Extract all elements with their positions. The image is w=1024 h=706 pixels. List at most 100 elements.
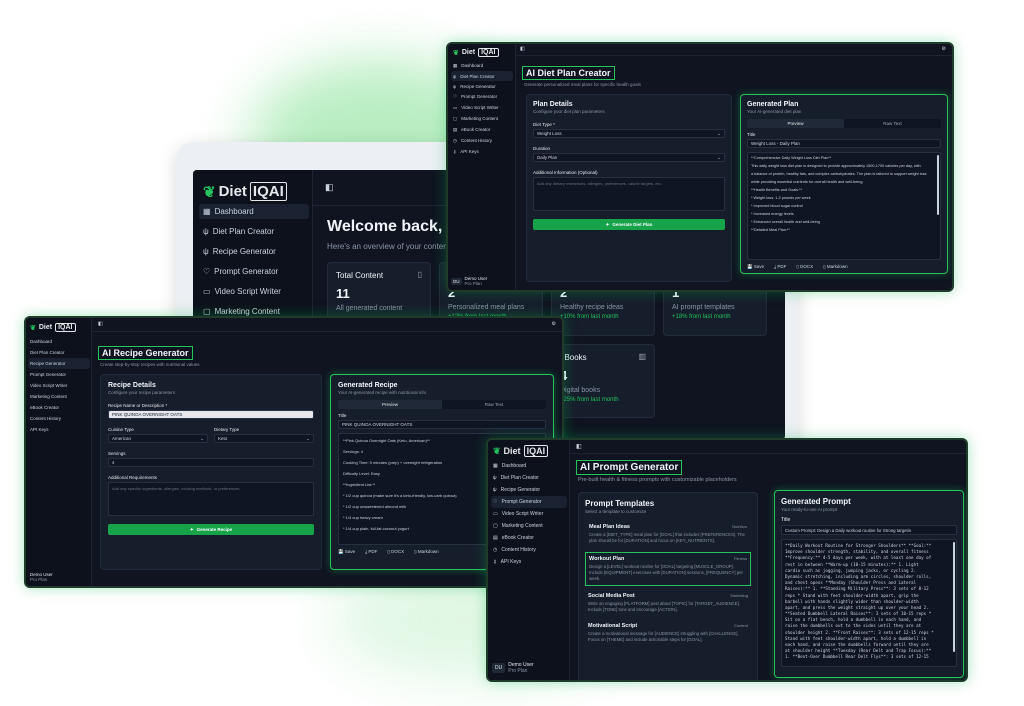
tab-preview[interactable]: Preview [747, 119, 844, 128]
card-subtitle: Configure your diet plan parameters [533, 109, 605, 114]
sparkle-icon: ✦ [189, 526, 194, 532]
card-title: Recipe Details [108, 382, 156, 389]
output-line: apart, and press the weight straight up … [785, 604, 929, 610]
nav-api-keys[interactable]: API Keys [28, 424, 90, 435]
scrollbar[interactable] [937, 155, 939, 215]
leaf-icon: ❦ [453, 49, 459, 57]
prompt-title-field[interactable]: Custom Prompt: Design a Daily workout ro… [781, 525, 957, 535]
tab-raw-text[interactable]: Raw Text [844, 119, 941, 128]
lightbulb-icon: ♡ [203, 267, 211, 276]
settings-icon[interactable]: ⚙ [942, 46, 946, 52]
nav-marketing-content[interactable]: ▢ Marketing Content [451, 113, 513, 124]
nav-ebook-creator[interactable]: ▤eBook Creator [451, 124, 513, 135]
save-button[interactable]: 💾 Save [747, 264, 764, 270]
nav-diet-plan-creator[interactable]: ψ Diet Plan Creator [451, 71, 513, 81]
tab-raw-text[interactable]: Raw Text [442, 400, 546, 409]
preview-tabs: Preview Raw Text [338, 400, 546, 409]
nav-video-script-writer[interactable]: ▭ Video Script Writer [199, 284, 309, 299]
prompt-output-box[interactable]: **Daily Workout Routine for Stronger Sho… [781, 539, 957, 667]
nav-prompt-generator[interactable]: ♡ Prompt Generator [491, 496, 567, 508]
recipe-nav: Dashboard Diet Plan Creator Recipe Gener… [28, 336, 90, 435]
nav-diet-plan-creator[interactable]: ψ Diet Plan Creator [491, 472, 567, 484]
sidebar-toggle-icon[interactable]: ◧ [576, 443, 582, 450]
generated-plan-card: Generated Plan Your AI-generated diet pl… [740, 94, 948, 274]
nav-api-keys[interactable]: ⚷ API Keys [451, 146, 513, 157]
generate-diet-plan-button[interactable]: ✦ Generate Diet Plan [533, 219, 725, 230]
nav-recipe-generator[interactable]: ψ Recipe Generator [199, 244, 309, 259]
pdf-button[interactable]: ⤓ PDF [774, 264, 786, 270]
settings-icon[interactable]: ⚙ [552, 321, 556, 327]
preview-line: * Increased energy levels [751, 212, 794, 216]
nav-diet-plan-creator[interactable]: Diet Plan Creator [28, 347, 90, 358]
recipe-title-field[interactable]: PINK QUINOA OVERNIGHT OATS [338, 420, 546, 429]
servings-input[interactable]: 4 [108, 458, 314, 467]
duration-select[interactable]: Daily Plan ⌄ [533, 153, 725, 162]
output-line: Dynamic stretching, including arm circle… [785, 573, 932, 579]
scrollbar[interactable] [953, 542, 955, 652]
dietary-select[interactable]: Keto ⌄ [214, 434, 314, 443]
field-label: Duration [533, 146, 551, 151]
user-plan: Pro Plan [464, 281, 482, 286]
cuisine-select[interactable]: American ⌄ [108, 434, 208, 443]
template-social-media[interactable]: Social Media Post Marketing Write an enga… [585, 590, 751, 616]
nav-marketing-content[interactable]: Marketing Content [28, 391, 90, 402]
nav-diet-plan-creator[interactable]: ψ Diet Plan Creator [199, 224, 309, 239]
template-motivational[interactable]: Motivational Script Content Create a moti… [585, 620, 751, 646]
template-desc: Create a motivational message for [AUDIE… [588, 631, 739, 643]
template-workout-plan[interactable]: Workout Plan Fitness Design a [LEVEL] wor… [585, 552, 751, 587]
leaf-icon: ❦ [203, 183, 216, 201]
stat-desc: Digital books [560, 387, 601, 394]
card-title: Generated Recipe [338, 382, 398, 389]
plan-preview-box[interactable]: **Comprehensive Daily Weight Loss Diet P… [747, 152, 941, 260]
additional-info-textarea[interactable]: Add any dietary restrictions, allergies,… [533, 177, 725, 211]
user-block[interactable]: Demo User Pro Plan [30, 572, 53, 582]
template-meal-plan[interactable]: Meal Plan Ideas Nutrition Create a [DIET_… [585, 520, 751, 548]
nav-video-script-writer[interactable]: Video Script Writer [28, 380, 90, 391]
nav-content-history[interactable]: Content History [28, 413, 90, 424]
markdown-button[interactable]: ▯ Markdown [414, 549, 439, 555]
nav-content-history[interactable]: ◷ Content History [491, 544, 567, 556]
requirements-textarea[interactable]: Add any specific ingredients, allergies,… [108, 482, 314, 516]
video-icon: ▭ [453, 104, 458, 110]
nav-prompt-generator[interactable]: ♡ Prompt Generator [199, 264, 309, 279]
nav-recipe-generator[interactable]: ψ Recipe Generator [451, 81, 513, 91]
sidebar-toggle-icon[interactable]: ◧ [520, 46, 525, 52]
stat-title: eBooks [560, 353, 587, 362]
user-block[interactable]: DU Demo User Pro Plan [451, 276, 487, 286]
docx-button[interactable]: ▯ DOCX [387, 549, 404, 555]
generate-recipe-button[interactable]: ✦ Generate Recipe [108, 524, 314, 535]
markdown-button[interactable]: ▯ Markdown [823, 264, 848, 270]
nav-recipe-generator[interactable]: Recipe Generator [28, 358, 90, 369]
save-button[interactable]: 💾 Save [338, 549, 355, 555]
recipe-name-input[interactable]: PINK QUINOA OVERNIGHT OATS [108, 410, 314, 419]
nav-recipe-generator[interactable]: ψ Recipe Generator [491, 484, 567, 496]
recipe-details-card: Recipe Details Configure your recipe par… [100, 374, 322, 570]
prompt-sidebar: ❦ Diet IQAI ▦ Dashboard ψ Diet Plan Creator … [488, 440, 570, 680]
nav-video-script-writer[interactable]: ▭ Video Script Writer [491, 508, 567, 520]
stat-desc: AI prompt templates [672, 304, 735, 311]
nav-marketing-content[interactable]: ▢ Marketing Content [491, 520, 567, 532]
clock-icon: ◷ [453, 137, 457, 143]
plan-title-field[interactable]: Weight Loss - Daily Plan [747, 139, 941, 148]
nav-content-history[interactable]: ◷ Content History [451, 135, 513, 146]
tab-preview[interactable]: Preview [338, 400, 442, 409]
pdf-button[interactable]: ⤓ PDF [365, 549, 377, 555]
nav-ebook-creator[interactable]: ▤eBook Creator [491, 532, 567, 544]
nav-prompt-generator[interactable]: ♡ Prompt Generator [451, 91, 513, 102]
user-block[interactable]: DU Demo User Pro Plan [492, 662, 534, 674]
field-label: Recipe Name or Description * [108, 403, 168, 408]
nav-api-keys[interactable]: ⚷ API Keys [491, 556, 567, 568]
diet-type-select[interactable]: Weight Loss ⌄ [533, 129, 725, 138]
card-subtitle: Your AI-generated recipe with nutritiona… [338, 390, 427, 395]
sidebar-toggle-icon[interactable]: ◧ [98, 321, 103, 327]
nav-dashboard[interactable]: ▦ Dashboard [199, 204, 309, 219]
nav-prompt-generator[interactable]: Prompt Generator [28, 369, 90, 380]
sidebar-toggle-icon[interactable]: ◧ [325, 182, 334, 193]
nav-dashboard[interactable]: ▦ Dashboard [451, 60, 513, 71]
docx-button[interactable]: ▯ DOCX [796, 264, 813, 270]
card-title: Generated Plan [747, 101, 799, 108]
nav-dashboard[interactable]: ▦ Dashboard [491, 460, 567, 472]
nav-dashboard[interactable]: Dashboard [28, 336, 90, 347]
nav-video-script-writer[interactable]: ▭ Video Script Writer [451, 102, 513, 113]
nav-ebook-creator[interactable]: eBook Creator [28, 402, 90, 413]
